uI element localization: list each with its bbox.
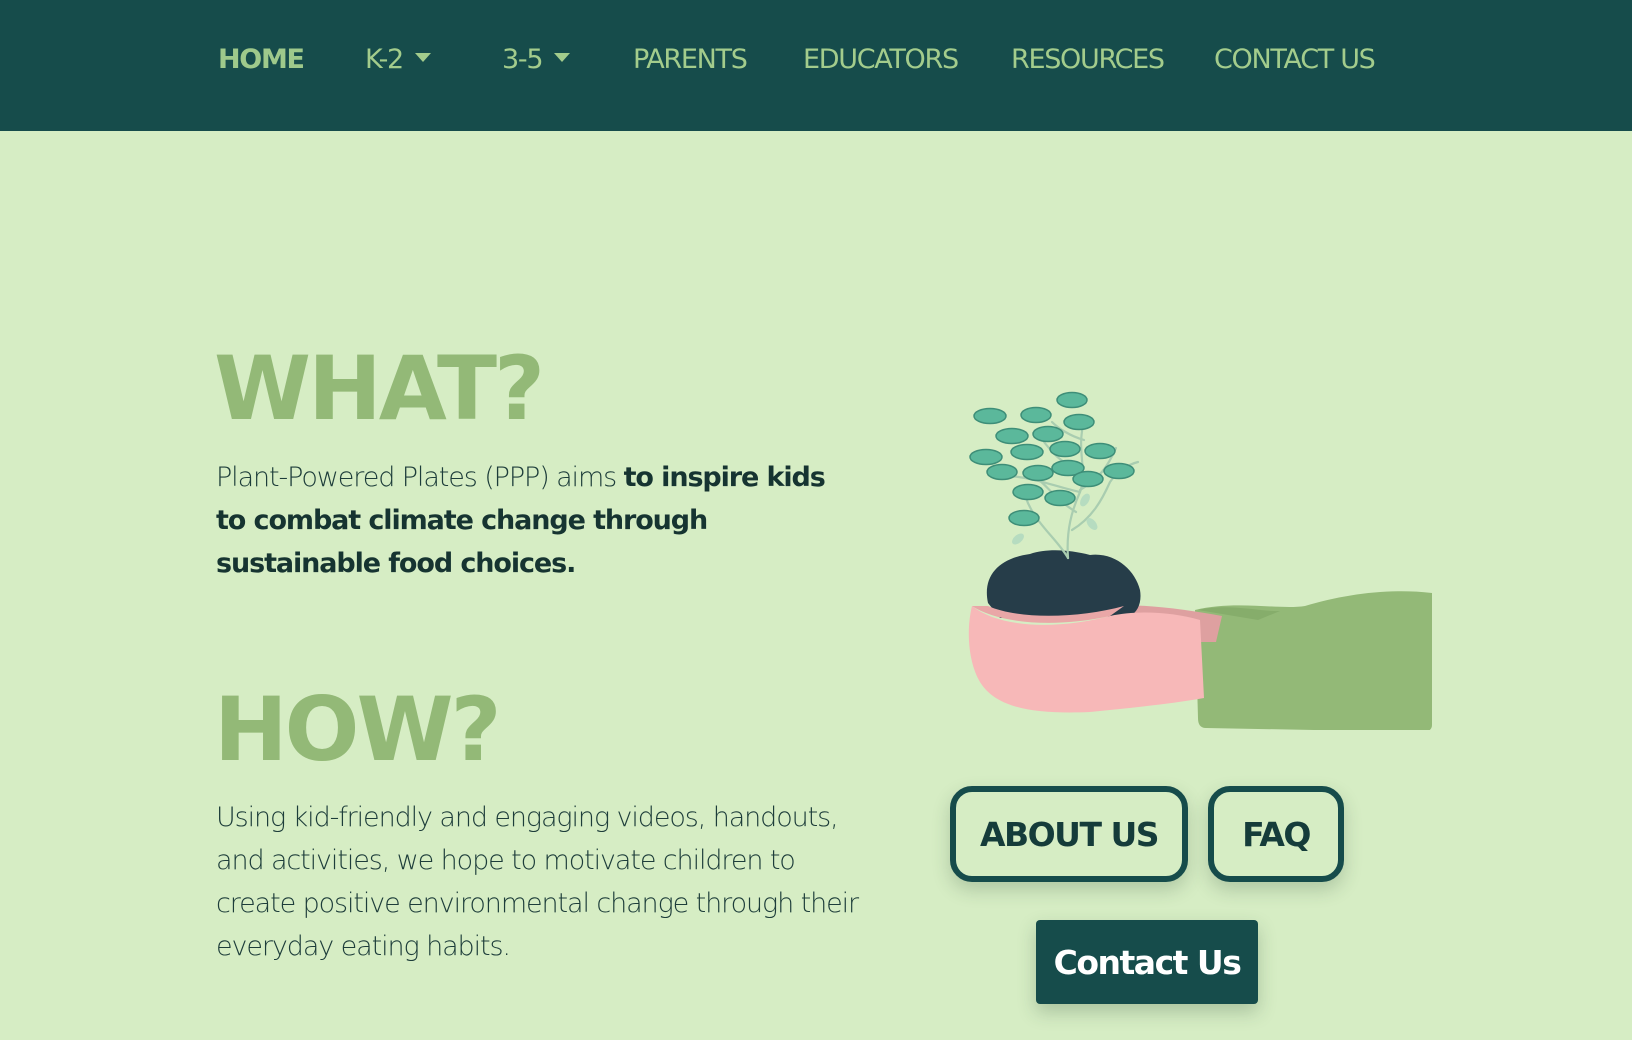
what-paragraph: Plant-Powered Plates (PPP) aims to inspi… [216,456,856,585]
top-navigation: HOME K-2 3-5 PARENTS EDUCATORS RESOURCES… [0,0,1632,131]
caret-down-icon [554,53,571,62]
faq-button[interactable]: FAQ [1208,786,1344,882]
hand-holding-plant-illustration [968,391,1432,730]
nav-parents[interactable]: PARENTS [633,41,748,79]
how-paragraph: Using kid-friendly and engaging videos, … [216,802,859,962]
nav-contact-us[interactable]: CONTACT US [1214,41,1376,79]
what-heading: WHAT? [214,337,545,440]
nav-3-5-label: 3-5 [502,44,544,75]
nav-home[interactable]: HOME [218,41,305,79]
about-us-button[interactable]: ABOUT US [950,786,1188,882]
nav-k2-label: K-2 [365,44,404,75]
nav-k2-dropdown[interactable]: K-2 [365,41,431,79]
contact-us-button[interactable]: Contact Us [1036,920,1258,1004]
how-heading: HOW? [214,678,502,781]
nav-resources[interactable]: RESOURCES [1011,41,1165,79]
caret-down-icon [414,53,431,62]
nav-educators[interactable]: EDUCATORS [803,41,959,79]
nav-3-5-dropdown[interactable]: 3-5 [502,41,571,79]
what-text-plain: Plant-Powered Plates (PPP) aims [216,462,624,493]
